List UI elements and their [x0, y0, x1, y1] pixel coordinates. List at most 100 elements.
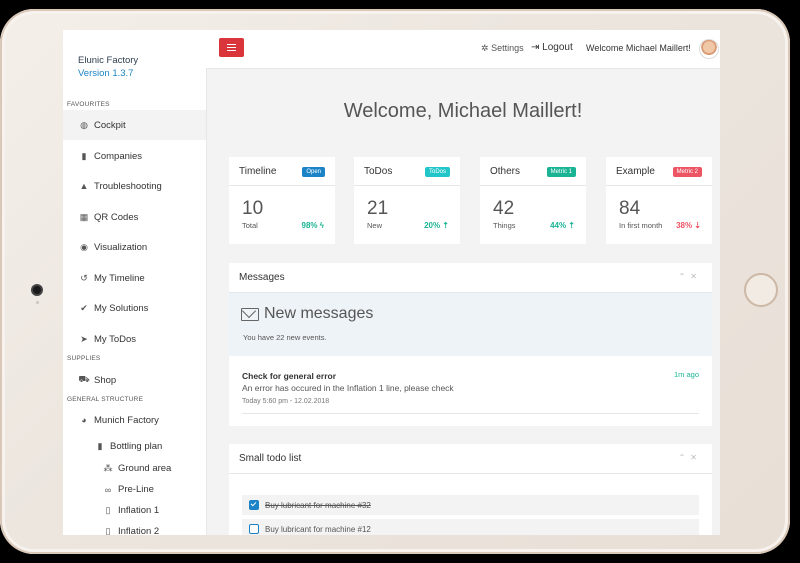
sidebar-item-label: Shop	[94, 374, 117, 386]
envelope-icon	[241, 307, 259, 321]
sidebar-item-label: Troubleshooting	[94, 180, 162, 192]
status-badge: Metric 1	[546, 167, 576, 177]
checkbox-unchecked[interactable]	[249, 524, 259, 534]
history-icon: ↺	[80, 272, 88, 283]
sidebar-item-label: Companies	[94, 150, 143, 162]
qrcode-icon: ▦	[79, 211, 89, 222]
menu-toggle-button[interactable]	[219, 38, 244, 57]
stat-card-others: Others Metric 1 42 Things 44% ⇡	[480, 157, 586, 244]
sensor-dot	[36, 301, 39, 304]
messages-summary: New messages You have 22 new events.	[229, 293, 712, 356]
stat-card-todos: ToDos ToDos 21 New 20% ⇡	[354, 157, 460, 244]
divider	[242, 413, 699, 414]
close-icon[interactable]: ✕	[690, 453, 702, 462]
logout-link[interactable]: ⇥ Logout	[531, 42, 573, 53]
globe-icon: ◕	[81, 415, 87, 425]
gear-icon: ✲	[481, 43, 489, 53]
card-title: Others	[490, 166, 521, 177]
app-screen: Elunic Factory Version 1.3.7 FAVOURITES …	[63, 30, 720, 535]
stat-label: New	[367, 221, 383, 230]
todo-item[interactable]: Buy lubricant for machine #12	[242, 519, 699, 535]
tree-item-munich-factory[interactable]: ◕ Munich Factory	[63, 405, 206, 435]
stat-percent: 20% ⇡	[424, 221, 449, 230]
tree-item-inflation-1[interactable]: ▯ Inflation 1	[63, 500, 206, 521]
sidebar-item-qr-codes[interactable]: ▦ QR Codes	[63, 202, 206, 232]
message-body: An error has occured in the Inflation 1 …	[242, 383, 454, 393]
sign-out-icon: ⇥	[531, 42, 540, 53]
message-ago: 1m ago	[673, 370, 699, 379]
tree-item-inflation-2[interactable]: ▯ Inflation 2	[63, 521, 206, 535]
tree-item-label: Inflation 2	[118, 526, 160, 535]
checkbox-checked[interactable]	[249, 500, 259, 510]
app-name: Elunic Factory	[78, 55, 139, 66]
sidebar-item-label: My Solutions	[94, 302, 149, 314]
home-button[interactable]	[744, 273, 778, 307]
send-icon: ➤	[80, 333, 88, 344]
stat-value: 10	[242, 198, 264, 219]
todo-label: Buy lubricant for machine #32	[265, 500, 371, 510]
check-icon: ✔	[80, 302, 88, 313]
sidebar-item-label: My Timeline	[94, 272, 145, 284]
sidebar-item-label: Cockpit	[94, 119, 126, 131]
avatar[interactable]	[699, 39, 719, 59]
sidebar-item-troubleshooting[interactable]: ▲ Troubleshooting	[63, 171, 206, 201]
stat-value: 42	[493, 198, 515, 219]
section-general-structure: GENERAL STRUCTURE	[67, 396, 144, 403]
sidebar-item-visualization[interactable]: ◉ Visualization	[63, 232, 206, 262]
link-icon: ∞	[104, 484, 112, 495]
tree-item-pre-line[interactable]: ∞ Pre-Line	[63, 479, 206, 500]
user-greeting: Welcome Michael Maillert!	[586, 43, 691, 53]
sidebar-item-my-timeline[interactable]: ↺ My Timeline	[63, 263, 206, 293]
sidebar-item-label: Visualization	[94, 241, 148, 253]
cart-icon: ⛟	[78, 374, 90, 384]
building-icon: ▮	[81, 150, 87, 161]
todo-item[interactable]: Buy lubricant for machine #32	[242, 495, 699, 515]
card-title: ToDos	[364, 166, 393, 177]
messages-subtext: You have 22 new events.	[243, 333, 327, 342]
sidebar-item-label: My ToDos	[94, 333, 137, 345]
stat-card-example: Example Metric 2 84 In first month 38% ⇣	[606, 157, 712, 244]
sidebar-item-my-solutions[interactable]: ✔ My Solutions	[63, 293, 206, 323]
message-item[interactable]: Check for general error An error has occ…	[242, 370, 454, 408]
sidebar-item-cockpit[interactable]: ◍ Cockpit	[63, 110, 206, 140]
page-title: Welcome, Michael Maillert!	[343, 100, 583, 122]
device-icon: ▯	[105, 526, 111, 535]
tree-item-label: Bottling plan	[110, 441, 163, 452]
camera-icon	[33, 286, 41, 294]
sidebar-item-companies[interactable]: ▮ Companies	[63, 141, 206, 171]
stat-card-timeline: Timeline Open 10 Total 98% ϟ	[229, 157, 335, 244]
sidebar-item-shop[interactable]: ⛟ Shop	[63, 365, 206, 395]
collapse-icon[interactable]: ⌃	[679, 272, 691, 281]
dashboard-icon: ◍	[80, 119, 88, 130]
sitemap-icon: ⁂	[103, 463, 113, 473]
section-favourites: FAVOURITES	[67, 101, 110, 108]
stat-label: In first month	[619, 221, 663, 230]
panel-tools: ⌃✕	[679, 272, 702, 281]
app-version: Version 1.3.7	[78, 68, 134, 79]
stat-percent: 44% ⇡	[550, 221, 575, 230]
sidebar-item-my-todos[interactable]: ➤ My ToDos	[63, 324, 206, 354]
message-time: Today 5:60 pm - 12.02.2018	[242, 398, 330, 405]
settings-label: Settings	[491, 43, 524, 53]
todo-label: Buy lubricant for machine #12	[265, 524, 371, 534]
collapse-icon[interactable]: ⌃	[679, 453, 691, 462]
status-badge: Open	[302, 167, 325, 177]
status-badge: Metric 2	[672, 167, 702, 177]
tree-item-label: Ground area	[118, 463, 172, 474]
panel-tools: ⌃✕	[679, 453, 702, 462]
todo-panel: Small todo list ⌃✕ Buy lubricant for mac…	[229, 444, 712, 535]
tree-item-ground-area[interactable]: ⁂ Ground area	[63, 458, 206, 479]
stat-percent: 38% ⇣	[676, 221, 701, 230]
eye-icon: ◉	[80, 241, 88, 252]
settings-link[interactable]: ✲ Settings	[481, 43, 524, 54]
stat-value: 21	[367, 198, 389, 219]
brand: Elunic Factory Version 1.3.7	[78, 54, 138, 80]
close-icon[interactable]: ✕	[690, 272, 702, 281]
tree-item-bottling-plan[interactable]: ▮ Bottling plan	[63, 436, 206, 457]
message-title: Check for general error	[242, 371, 337, 381]
sidebar: Elunic Factory Version 1.3.7 FAVOURITES …	[63, 30, 207, 535]
card-title: Example	[616, 166, 655, 177]
messages-heading: New messages	[241, 305, 373, 323]
tree-item-label: Munich Factory	[94, 414, 159, 426]
building-icon: ▮	[97, 441, 103, 451]
